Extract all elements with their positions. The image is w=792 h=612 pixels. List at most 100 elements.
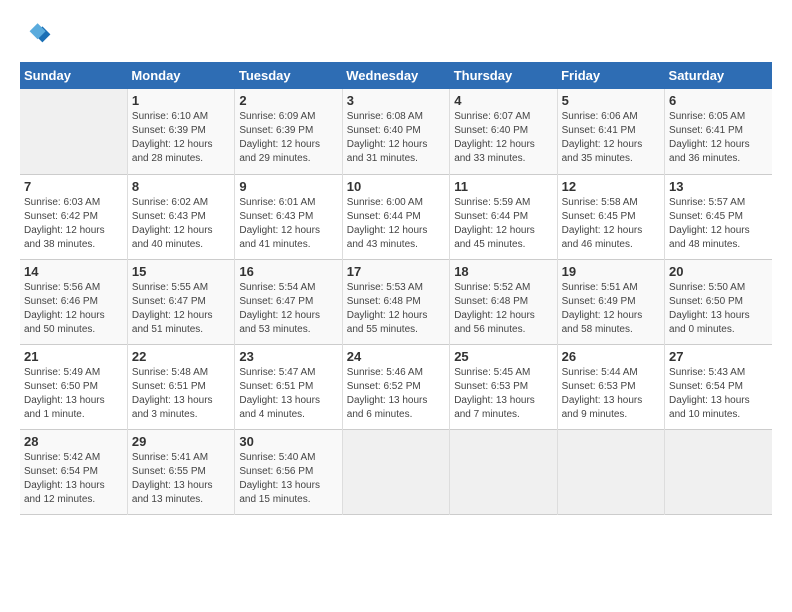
calendar-cell: 11 Sunrise: 5:59 AMSunset: 6:44 PMDayligh…	[450, 174, 557, 259]
calendar-cell: 22 Sunrise: 5:48 AMSunset: 6:51 PMDayligh…	[127, 344, 234, 429]
day-number: 12	[562, 179, 660, 194]
day-number: 3	[347, 93, 445, 108]
calendar-cell	[20, 89, 127, 174]
calendar-cell: 3 Sunrise: 6:08 AMSunset: 6:40 PMDaylight…	[342, 89, 449, 174]
page-header	[20, 20, 772, 52]
day-detail: Sunrise: 5:45 AMSunset: 6:53 PMDaylight:…	[454, 366, 552, 422]
calendar-cell: 5 Sunrise: 6:06 AMSunset: 6:41 PMDaylight…	[557, 89, 664, 174]
calendar-week-1: 1 Sunrise: 6:10 AMSunset: 6:39 PMDaylight…	[20, 89, 772, 174]
calendar-cell: 17Sunrise: 5:53 AMSunset: 6:48 PMDayligh…	[342, 259, 449, 344]
day-number: 27	[669, 349, 768, 364]
calendar-week-4: 21Sunrise: 5:49 AMSunset: 6:50 PMDayligh…	[20, 344, 772, 429]
day-detail: Sunrise: 6:00 AMSunset: 6:44 PMDaylight:…	[347, 196, 445, 252]
day-detail: Sunrise: 6:10 AMSunset: 6:39 PMDaylight:…	[132, 110, 230, 166]
column-header-thursday: Thursday	[450, 62, 557, 89]
column-header-tuesday: Tuesday	[235, 62, 342, 89]
header-row: SundayMondayTuesdayWednesdayThursdayFrid…	[20, 62, 772, 89]
column-header-wednesday: Wednesday	[342, 62, 449, 89]
day-detail: Sunrise: 5:53 AMSunset: 6:48 PMDaylight:…	[347, 281, 445, 337]
day-detail: Sunrise: 6:03 AMSunset: 6:42 PMDaylight:…	[24, 196, 123, 252]
calendar-cell: 10Sunrise: 6:00 AMSunset: 6:44 PMDayligh…	[342, 174, 449, 259]
day-number: 28	[24, 434, 123, 449]
logo	[20, 20, 56, 52]
calendar-cell: 15Sunrise: 5:55 AMSunset: 6:47 PMDayligh…	[127, 259, 234, 344]
calendar-cell: 23Sunrise: 5:47 AMSunset: 6:51 PMDayligh…	[235, 344, 342, 429]
calendar-cell: 25 Sunrise: 5:45 AMSunset: 6:53 PMDayligh…	[450, 344, 557, 429]
calendar-cell	[665, 429, 772, 514]
day-number: 5	[562, 93, 660, 108]
column-header-saturday: Saturday	[665, 62, 772, 89]
calendar-cell: 8Sunrise: 6:02 AMSunset: 6:43 PMDaylight…	[127, 174, 234, 259]
column-header-friday: Friday	[557, 62, 664, 89]
day-detail: Sunrise: 5:46 AMSunset: 6:52 PMDaylight:…	[347, 366, 445, 422]
day-detail: Sunrise: 5:52 AMSunset: 6:48 PMDaylight:…	[454, 281, 552, 337]
day-number: 18	[454, 264, 552, 279]
day-detail: Sunrise: 5:51 AMSunset: 6:49 PMDaylight:…	[562, 281, 660, 337]
day-number: 7	[24, 179, 123, 194]
calendar-cell	[450, 429, 557, 514]
calendar-cell: 12 Sunrise: 5:58 AMSunset: 6:45 PMDayligh…	[557, 174, 664, 259]
day-detail: Sunrise: 5:57 AMSunset: 6:45 PMDaylight:…	[669, 196, 768, 252]
day-detail: Sunrise: 5:47 AMSunset: 6:51 PMDaylight:…	[239, 366, 337, 422]
day-detail: Sunrise: 5:40 AMSunset: 6:56 PMDaylight:…	[239, 451, 337, 507]
calendar-cell: 13 Sunrise: 5:57 AMSunset: 6:45 PMDayligh…	[665, 174, 772, 259]
calendar-cell: 6 Sunrise: 6:05 AMSunset: 6:41 PMDaylight…	[665, 89, 772, 174]
calendar-cell: 9Sunrise: 6:01 AMSunset: 6:43 PMDaylight…	[235, 174, 342, 259]
calendar-cell: 14 Sunrise: 5:56 AMSunset: 6:46 PMDayligh…	[20, 259, 127, 344]
calendar-header: SundayMondayTuesdayWednesdayThursdayFrid…	[20, 62, 772, 89]
calendar-cell	[342, 429, 449, 514]
calendar-cell: 24 Sunrise: 5:46 AMSunset: 6:52 PMDayligh…	[342, 344, 449, 429]
calendar-cell: 16 Sunrise: 5:54 AMSunset: 6:47 PMDayligh…	[235, 259, 342, 344]
day-number: 16	[239, 264, 337, 279]
day-detail: Sunrise: 6:09 AMSunset: 6:39 PMDaylight:…	[239, 110, 337, 166]
day-number: 22	[132, 349, 230, 364]
calendar-cell: 4Sunrise: 6:07 AMSunset: 6:40 PMDaylight…	[450, 89, 557, 174]
calendar-body: 1 Sunrise: 6:10 AMSunset: 6:39 PMDaylight…	[20, 89, 772, 514]
day-detail: Sunrise: 5:50 AMSunset: 6:50 PMDaylight:…	[669, 281, 768, 337]
calendar-cell	[557, 429, 664, 514]
calendar-cell: 7 Sunrise: 6:03 AMSunset: 6:42 PMDaylight…	[20, 174, 127, 259]
day-number: 30	[239, 434, 337, 449]
day-number: 14	[24, 264, 123, 279]
day-number: 19	[562, 264, 660, 279]
calendar-week-3: 14 Sunrise: 5:56 AMSunset: 6:46 PMDayligh…	[20, 259, 772, 344]
calendar-cell: 1 Sunrise: 6:10 AMSunset: 6:39 PMDaylight…	[127, 89, 234, 174]
calendar-cell: 26 Sunrise: 5:44 AMSunset: 6:53 PMDayligh…	[557, 344, 664, 429]
calendar-cell: 28Sunrise: 5:42 AMSunset: 6:54 PMDayligh…	[20, 429, 127, 514]
day-number: 20	[669, 264, 768, 279]
column-header-monday: Monday	[127, 62, 234, 89]
day-number: 25	[454, 349, 552, 364]
day-number: 1	[132, 93, 230, 108]
calendar-table: SundayMondayTuesdayWednesdayThursdayFrid…	[20, 62, 772, 515]
day-detail: Sunrise: 5:56 AMSunset: 6:46 PMDaylight:…	[24, 281, 123, 337]
calendar-cell: 30 Sunrise: 5:40 AMSunset: 6:56 PMDayligh…	[235, 429, 342, 514]
day-number: 11	[454, 179, 552, 194]
calendar-cell: 27 Sunrise: 5:43 AMSunset: 6:54 PMDayligh…	[665, 344, 772, 429]
day-detail: Sunrise: 6:05 AMSunset: 6:41 PMDaylight:…	[669, 110, 768, 166]
day-number: 9	[239, 179, 337, 194]
day-number: 6	[669, 93, 768, 108]
day-detail: Sunrise: 5:44 AMSunset: 6:53 PMDaylight:…	[562, 366, 660, 422]
day-number: 26	[562, 349, 660, 364]
day-number: 21	[24, 349, 123, 364]
day-number: 15	[132, 264, 230, 279]
calendar-cell: 20 Sunrise: 5:50 AMSunset: 6:50 PMDayligh…	[665, 259, 772, 344]
calendar-cell: 18 Sunrise: 5:52 AMSunset: 6:48 PMDayligh…	[450, 259, 557, 344]
day-detail: Sunrise: 6:02 AMSunset: 6:43 PMDaylight:…	[132, 196, 230, 252]
day-detail: Sunrise: 5:59 AMSunset: 6:44 PMDaylight:…	[454, 196, 552, 252]
day-detail: Sunrise: 5:43 AMSunset: 6:54 PMDaylight:…	[669, 366, 768, 422]
calendar-week-2: 7 Sunrise: 6:03 AMSunset: 6:42 PMDaylight…	[20, 174, 772, 259]
calendar-cell: 29Sunrise: 5:41 AMSunset: 6:55 PMDayligh…	[127, 429, 234, 514]
day-number: 29	[132, 434, 230, 449]
day-number: 13	[669, 179, 768, 194]
day-detail: Sunrise: 5:54 AMSunset: 6:47 PMDaylight:…	[239, 281, 337, 337]
day-number: 24	[347, 349, 445, 364]
day-detail: Sunrise: 6:06 AMSunset: 6:41 PMDaylight:…	[562, 110, 660, 166]
day-detail: Sunrise: 5:48 AMSunset: 6:51 PMDaylight:…	[132, 366, 230, 422]
day-detail: Sunrise: 6:08 AMSunset: 6:40 PMDaylight:…	[347, 110, 445, 166]
calendar-cell: 21Sunrise: 5:49 AMSunset: 6:50 PMDayligh…	[20, 344, 127, 429]
logo-icon	[20, 20, 52, 52]
day-detail: Sunrise: 5:58 AMSunset: 6:45 PMDaylight:…	[562, 196, 660, 252]
day-detail: Sunrise: 6:07 AMSunset: 6:40 PMDaylight:…	[454, 110, 552, 166]
day-number: 2	[239, 93, 337, 108]
